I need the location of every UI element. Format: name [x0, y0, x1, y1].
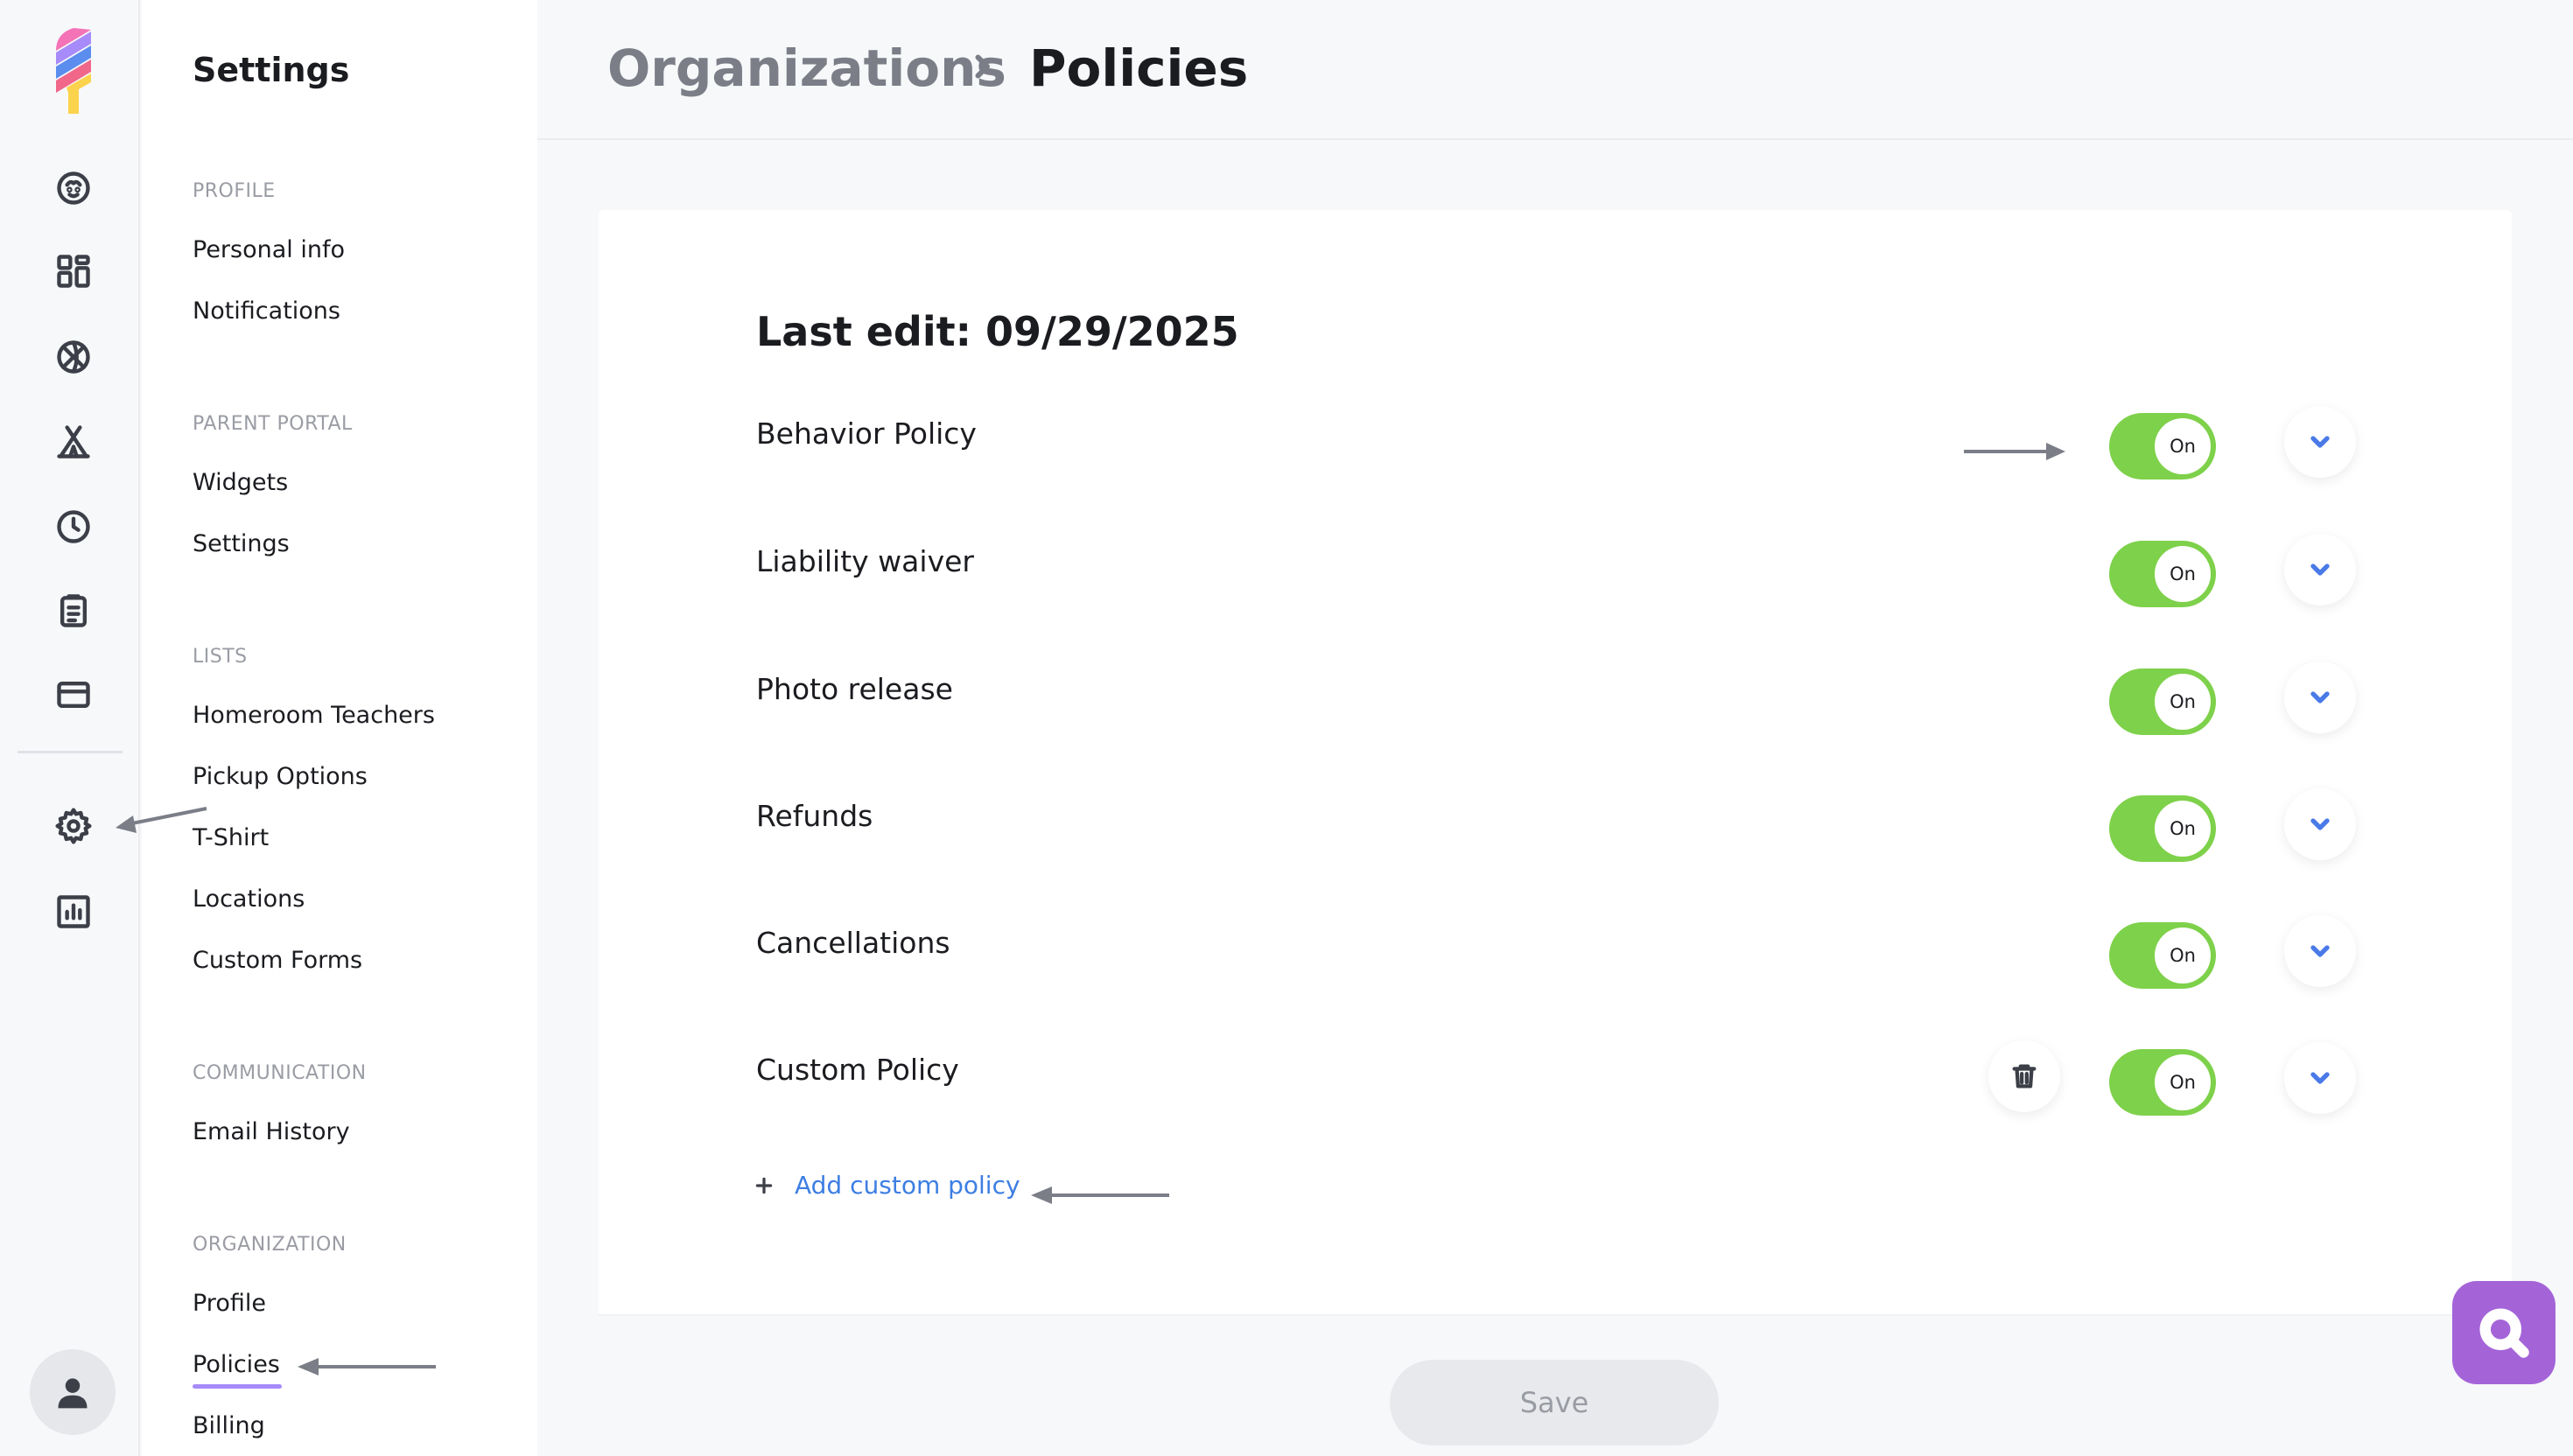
- menu-item-personal-info[interactable]: Personal info: [193, 236, 345, 263]
- policy-row-photo: Photo release On: [756, 662, 2419, 747]
- dashboard-icon[interactable]: [49, 247, 98, 296]
- expand-button[interactable]: [2284, 662, 2356, 733]
- menu-item-homeroom-teachers[interactable]: Homeroom Teachers: [193, 702, 435, 729]
- policy-label: Refunds: [756, 799, 873, 833]
- policy-row-refunds: Refunds On: [756, 788, 2419, 874]
- clock-icon[interactable]: [49, 502, 98, 551]
- policy-toggle[interactable]: On: [2109, 413, 2216, 480]
- section-profile: PROFILE: [193, 180, 276, 202]
- policy-toggle[interactable]: On: [2109, 795, 2216, 862]
- gear-icon[interactable]: [49, 802, 98, 850]
- chevron-down-icon: [2310, 564, 2330, 576]
- settings-menu: Settings PROFILE Personal info Notificat…: [142, 0, 537, 1456]
- toggle-state: On: [2155, 418, 2211, 474]
- sports-ball-icon[interactable]: [49, 332, 98, 382]
- menu-item-org-profile[interactable]: Profile: [193, 1290, 266, 1317]
- menu-item-billing[interactable]: Billing: [193, 1412, 265, 1439]
- chevron-down-icon: [2310, 945, 2330, 957]
- policy-label: Custom Policy: [756, 1053, 959, 1087]
- child-face-icon[interactable]: [49, 164, 98, 213]
- policy-label: Behavior Policy: [756, 416, 977, 451]
- menu-item-custom-forms[interactable]: Custom Forms: [193, 947, 362, 974]
- rail-divider: [18, 751, 123, 753]
- toggle-state: On: [2155, 801, 2211, 857]
- expand-button[interactable]: [2284, 915, 2356, 987]
- last-edit-label: Last edit: 09/29/2025: [756, 308, 1239, 355]
- camp-tent-icon[interactable]: [49, 417, 98, 466]
- expand-button[interactable]: [2284, 406, 2356, 478]
- policy-toggle[interactable]: On: [2109, 922, 2216, 989]
- credit-card-icon[interactable]: [49, 670, 98, 719]
- save-button[interactable]: Save: [1390, 1360, 1719, 1446]
- policy-row-liability: Liability waiver On: [756, 534, 2419, 620]
- policy-label: Photo release: [756, 672, 953, 706]
- section-organization: ORGANIZATION: [193, 1234, 347, 1256]
- card-footer-divider: [599, 1314, 2512, 1316]
- policy-toggle[interactable]: On: [2109, 668, 2216, 735]
- user-avatar-icon[interactable]: [30, 1349, 116, 1435]
- policy-toggle[interactable]: On: [2109, 1049, 2216, 1116]
- annotation-arrow-gear: [114, 803, 212, 842]
- expand-button[interactable]: [2284, 534, 2356, 606]
- toggle-state: On: [2155, 928, 2211, 984]
- policy-row-behavior: Behavior Policy On: [756, 406, 2419, 492]
- policy-row-custom: Custom Policy On: [756, 1040, 2419, 1128]
- breadcrumb-organizations[interactable]: Organizations: [607, 38, 1006, 98]
- policy-label: Liability waiver: [756, 544, 974, 578]
- page-header: Organizations Policies: [537, 0, 2573, 140]
- menu-item-widgets[interactable]: Widgets: [193, 469, 288, 496]
- policies-card: Last edit: 09/29/2025 Behavior Policy On…: [599, 210, 2512, 1316]
- policy-label: Cancellations: [756, 926, 950, 960]
- chevron-down-icon: [2310, 1072, 2330, 1084]
- section-parent-portal: PARENT PORTAL: [193, 413, 353, 435]
- policy-toggle[interactable]: On: [2109, 541, 2216, 607]
- menu-item-notifications[interactable]: Notifications: [193, 298, 340, 325]
- toggle-state: On: [2155, 674, 2211, 730]
- policy-row-cancellations: Cancellations On: [756, 915, 2419, 1001]
- chevron-right-icon: [966, 51, 998, 82]
- menu-item-locations[interactable]: Locations: [193, 886, 305, 913]
- logo-icon[interactable]: [49, 26, 98, 116]
- bar-chart-icon[interactable]: [49, 887, 98, 936]
- menu-item-policies[interactable]: Policies: [193, 1351, 282, 1389]
- clipboard-icon[interactable]: [49, 586, 98, 635]
- menu-item-pickup-options[interactable]: Pickup Options: [193, 763, 368, 790]
- section-lists: LISTS: [193, 646, 248, 668]
- expand-button[interactable]: [2284, 788, 2356, 860]
- page-title: Policies: [1029, 38, 1249, 98]
- annotation-arrow-right: [1964, 439, 2069, 469]
- toggle-state: On: [2155, 1054, 2211, 1110]
- plus-icon: [755, 1177, 773, 1194]
- chevron-down-icon: [2310, 691, 2330, 704]
- add-custom-policy-link[interactable]: Add custom policy: [753, 1171, 1020, 1200]
- trash-icon: [2012, 1064, 2037, 1088]
- chevron-down-icon: [2310, 436, 2330, 448]
- menu-item-email-history[interactable]: Email History: [193, 1118, 350, 1145]
- delete-policy-button[interactable]: [1988, 1040, 2060, 1112]
- expand-button[interactable]: [2284, 1042, 2356, 1114]
- help-search-button[interactable]: [2452, 1281, 2555, 1384]
- annotation-arrow-policies: [296, 1354, 439, 1384]
- menu-item-settings[interactable]: Settings: [193, 530, 290, 557]
- toggle-state: On: [2155, 546, 2211, 602]
- section-communication: COMMUNICATION: [193, 1062, 367, 1084]
- settings-menu-title: Settings: [193, 51, 350, 89]
- icon-rail: [0, 0, 140, 1456]
- add-custom-policy-label: Add custom policy: [795, 1171, 1020, 1200]
- annotation-arrow-add-policy: [1029, 1183, 1173, 1213]
- search-icon: [2479, 1308, 2529, 1358]
- chevron-down-icon: [2310, 818, 2330, 830]
